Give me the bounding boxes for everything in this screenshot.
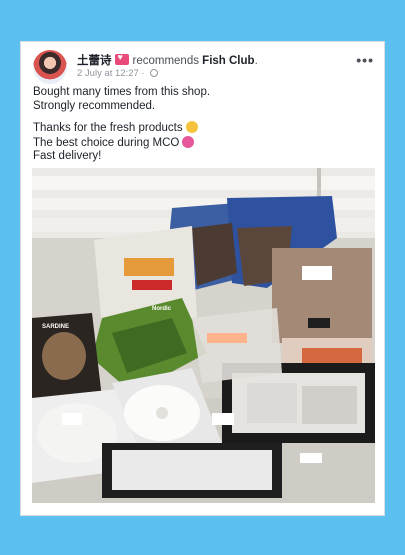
page-background: 土蕾诗 recommends Fish Club. 2 July at 12:27… <box>0 0 405 555</box>
post-card: 土蕾诗 recommends Fish Club. 2 July at 12:27… <box>20 41 385 516</box>
photo-label-sardine: SARDINE <box>42 324 69 330</box>
author-name[interactable]: 土蕾诗 <box>77 55 112 67</box>
post-body: Bought many times from this shop. Strong… <box>33 86 373 172</box>
paragraph-1: Bought many times from this shop. Strong… <box>33 86 373 113</box>
text-line: Fast delivery! <box>33 150 102 162</box>
photo-label-nordic: Nordic <box>152 306 172 312</box>
text-line: Strongly recommended. <box>33 99 156 112</box>
product-photo: SARDINE Nordic <box>32 168 375 503</box>
post-date[interactable]: 2 July at 12:27 <box>77 68 139 79</box>
text-line: The best choice during MCO <box>33 136 180 149</box>
post-meta: 2 July at 12:27 · <box>77 68 159 79</box>
smile-emoji-icon <box>185 121 198 133</box>
author-avatar[interactable] <box>33 50 67 84</box>
paragraph-2: Thanks for the fresh products The best c… <box>33 121 373 164</box>
star-eyes-emoji-icon <box>182 135 195 148</box>
globe-icon <box>150 69 159 77</box>
more-options-icon[interactable]: ••• <box>356 52 374 68</box>
text-line: Bought many times from this shop. <box>33 86 211 98</box>
page-suffix: . <box>254 55 258 67</box>
action-text: recommends <box>132 55 199 67</box>
page-name-link[interactable]: Fish Club <box>202 55 254 67</box>
post-title-line: 土蕾诗 recommends Fish Club. <box>77 52 258 68</box>
meta-separator: · <box>141 68 145 79</box>
post-photo[interactable]: SARDINE Nordic <box>32 168 375 503</box>
post-header: 土蕾诗 recommends Fish Club. 2 July at 12:27… <box>31 48 376 84</box>
text-line: Thanks for the fresh products <box>33 122 183 134</box>
heart-icon <box>114 52 129 65</box>
